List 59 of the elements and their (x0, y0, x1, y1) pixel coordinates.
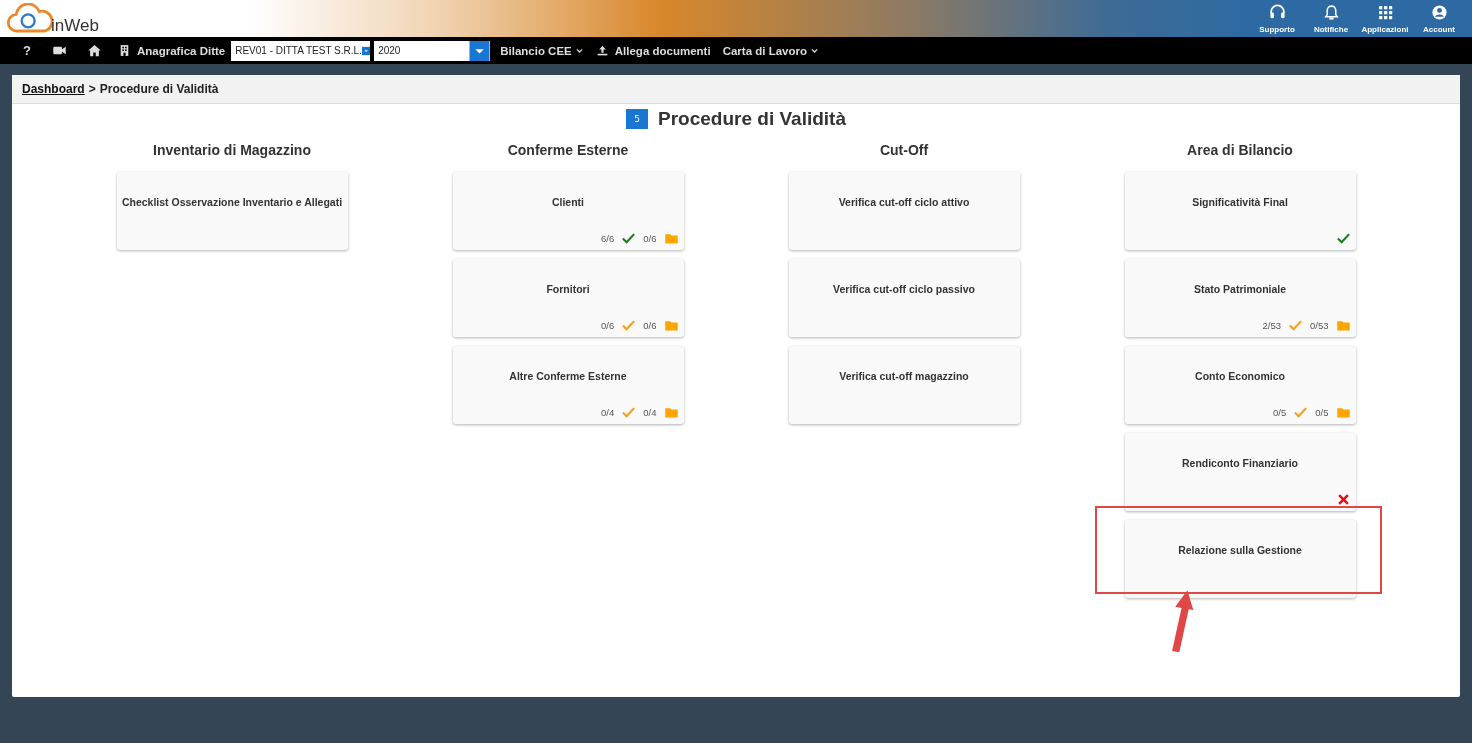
column-heading: Conferme Esterne (507, 142, 629, 158)
folder-icon[interactable] (663, 405, 679, 420)
completion-count: 0/4 (601, 407, 615, 418)
procedure-card[interactable]: Verifica cut-off ciclo attivo (788, 172, 1020, 250)
document-count: 0/6 (643, 320, 657, 331)
completion-count: 0/5 (1273, 407, 1287, 418)
folder-icon[interactable] (1335, 405, 1351, 420)
document-count: 0/4 (643, 407, 657, 418)
procedure-card[interactable]: Verifica cut-off ciclo passivo (788, 259, 1020, 337)
header-action-button[interactable]: Applicazioni (1358, 0, 1412, 37)
document-count: 0/5 (1315, 407, 1329, 418)
column-heading: Inventario di Magazzino (153, 142, 311, 158)
company-select[interactable]: REV01 - DITTA TEST S.R.L. (231, 40, 371, 61)
home-icon[interactable] (87, 43, 102, 58)
page-title: Procedure di Validità (658, 108, 846, 130)
cloud-logo-icon (6, 3, 54, 35)
procedure-card[interactable]: Rendiconto Finanziario (1124, 433, 1356, 511)
column-heading: Area di Bilancio (1187, 142, 1293, 158)
step-badge: 5 (626, 109, 648, 129)
completion-count: 6/6 (601, 233, 615, 244)
logo-text: inWeb (51, 16, 99, 36)
column-heading: Cut-Off (879, 142, 929, 158)
procedure-card[interactable]: Checklist Osservazione Inventario e Allegati (116, 172, 348, 250)
procedure-card[interactable]: Clienti 6/6 0/6 (452, 172, 684, 250)
folder-icon[interactable] (663, 318, 679, 333)
procedure-card[interactable]: Significatività Final (1124, 172, 1356, 250)
document-count: 0/53 (1310, 320, 1329, 331)
account-icon (1430, 3, 1448, 21)
procedure-card[interactable]: Altre Conferme Esterne 0/4 0/4 (452, 346, 684, 424)
breadcrumb-separator: > (88, 82, 96, 96)
headset-icon (1268, 3, 1286, 21)
upload-icon (595, 44, 609, 57)
procedure-card[interactable]: Fornitori 0/6 0/6 (452, 259, 684, 337)
nav-menu-button[interactable]: Allega documenti (589, 44, 717, 57)
caret-icon (469, 40, 491, 61)
folder-icon[interactable] (1335, 318, 1351, 333)
breadcrumb-link[interactable]: Dashboard (22, 82, 85, 96)
header-action-button[interactable]: Notifiche (1304, 0, 1358, 37)
header-action-button[interactable]: Supporto (1250, 0, 1304, 37)
breadcrumb-current: Procedure di Validità (99, 82, 219, 96)
year-select[interactable]: 2020 (374, 40, 491, 61)
help-button[interactable]: ? (12, 43, 42, 58)
building-icon (118, 44, 131, 57)
procedure-card[interactable]: Stato Patrimoniale 2/53 0/53 (1124, 259, 1356, 337)
apps-grid-icon (1376, 3, 1394, 21)
procedure-card[interactable]: Conto Economico 0/5 0/5 (1124, 346, 1356, 424)
folder-icon[interactable] (663, 231, 679, 246)
document-count: 0/6 (643, 233, 657, 244)
chevron-down-icon (574, 46, 584, 55)
completion-count: 2/53 (1262, 320, 1281, 331)
chevron-down-icon (810, 46, 819, 55)
procedure-card[interactable]: Verifica cut-off magazzino (788, 346, 1020, 424)
company-registry-button[interactable]: Anagrafica Ditte (112, 44, 232, 57)
nav-menu-button[interactable]: Bilancio CEE (494, 44, 590, 57)
procedure-card[interactable]: Relazione sulla Gestione (1124, 520, 1356, 598)
nav-menu-button[interactable]: Carta di Lavoro (716, 44, 825, 57)
header-action-button[interactable]: Account (1412, 0, 1466, 37)
bell-icon (1322, 3, 1340, 21)
completion-count: 0/6 (601, 320, 615, 331)
